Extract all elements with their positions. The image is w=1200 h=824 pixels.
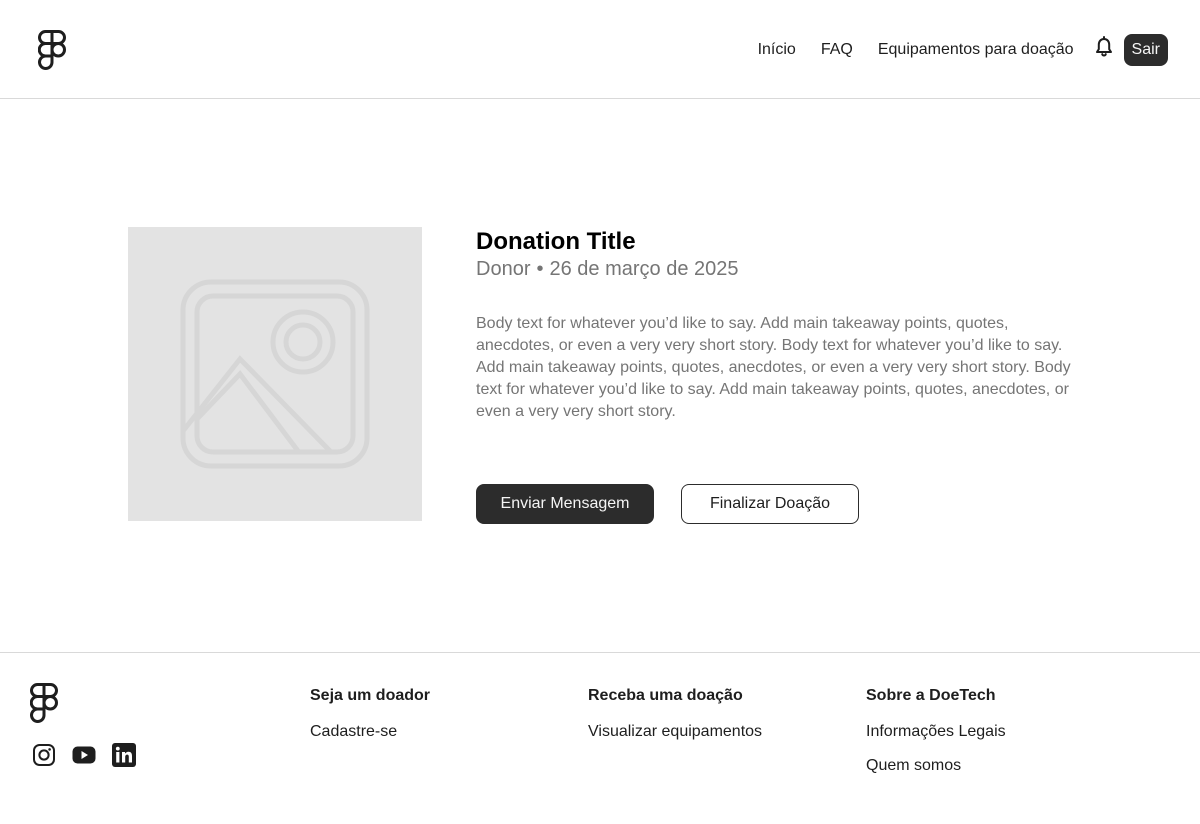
figma-logo-icon[interactable] <box>30 683 58 723</box>
logout-button[interactable]: Sair <box>1123 34 1168 66</box>
figma-logo-icon[interactable] <box>38 30 66 70</box>
youtube-icon[interactable] <box>72 743 96 767</box>
donation-date: 26 de março de 2025 <box>549 258 739 280</box>
finalize-donation-button[interactable]: Finalizar Doação <box>681 484 859 524</box>
footer-column-donor: Seja um doador Cadastre-se <box>310 685 430 755</box>
footer-column-title: Receba uma doação <box>588 687 743 704</box>
image-placeholder-icon <box>180 279 370 469</box>
main-nav: Início FAQ Equipamentos para doação Sair <box>758 34 1168 66</box>
meta-separator: • <box>536 258 544 280</box>
donation-title: Donation Title <box>476 228 636 255</box>
footer-link-signup[interactable]: Cadastre-se <box>310 721 430 743</box>
footer-column-title: Sobre a DoeTech <box>866 687 996 704</box>
footer-column-receive: Receba uma doação Visualizar equipamento… <box>588 685 762 755</box>
donation-image-placeholder <box>128 227 422 521</box>
donation-meta: Donor • 26 de março de 2025 <box>476 257 1086 281</box>
linkedin-icon[interactable] <box>112 743 136 767</box>
footer-link-about-us[interactable]: Quem somos <box>866 755 1006 777</box>
instagram-icon[interactable] <box>32 743 56 767</box>
send-message-button[interactable]: Enviar Mensagem <box>476 484 654 524</box>
nav-link-equipment[interactable]: Equipamentos para doação <box>878 34 1074 66</box>
nav-link-faq[interactable]: FAQ <box>821 34 853 66</box>
footer-column-about: Sobre a DoeTech Informações Legais Quem … <box>866 685 1006 789</box>
site-footer: Seja um doador Cadastre-se Receba uma do… <box>0 652 1200 824</box>
nav-link-home[interactable]: Início <box>758 34 796 66</box>
donation-actions: Enviar Mensagem Finalizar Doação <box>476 484 859 524</box>
donor-name: Donor <box>476 258 531 280</box>
donation-content: Donation Title Donor • 26 de março de 2025… <box>476 228 1086 423</box>
site-header: Início FAQ Equipamentos para doação Sair <box>0 0 1200 99</box>
donation-description: Body text for whatever you’d like to say… <box>476 315 1071 420</box>
social-links <box>32 743 152 767</box>
footer-column-title: Seja um doador <box>310 687 431 704</box>
footer-link-legal-info[interactable]: Informações Legais <box>866 721 1006 743</box>
footer-link-view-equipment[interactable]: Visualizar equipamentos <box>588 721 762 743</box>
bell-icon[interactable] <box>1094 36 1114 58</box>
